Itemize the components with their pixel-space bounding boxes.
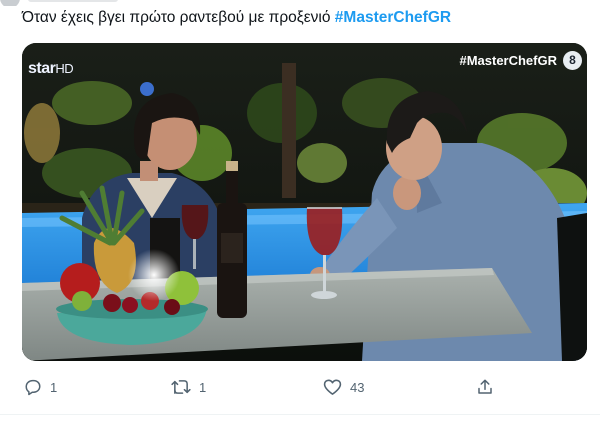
- share-icon: [476, 378, 494, 396]
- avatar[interactable]: [0, 0, 20, 6]
- like-count: 43: [350, 379, 365, 395]
- retweet-button[interactable]: 1: [171, 372, 206, 402]
- author-name[interactable]: [28, 0, 118, 2]
- share-button[interactable]: [476, 372, 494, 402]
- tweet-card: Όταν έχεις βγει πρώτο ραντεβού με προξεν…: [0, 0, 600, 421]
- reply-icon: [24, 378, 42, 396]
- like-button[interactable]: 43: [323, 372, 364, 402]
- hashtag-link[interactable]: #MasterChefGR: [335, 9, 451, 26]
- channel-logo: starHD: [28, 60, 74, 78]
- like-icon: [323, 378, 342, 396]
- reply-count: 1: [50, 379, 58, 395]
- reply-button[interactable]: 1: [24, 372, 57, 402]
- tweet-text: Όταν έχεις βγει πρώτο ραντεβού με προξεν…: [22, 7, 451, 29]
- tweet-body-text: Όταν έχεις βγει πρώτο ραντεβού με προξεν…: [22, 9, 331, 26]
- tv-scene-image: [22, 43, 587, 361]
- rating-badge: 8: [563, 51, 582, 70]
- retweet-count: 1: [199, 379, 207, 395]
- overlay-hashtag: #MasterChefGR: [459, 53, 557, 68]
- tweet-actions-bar: 1 1 43: [0, 372, 600, 402]
- retweet-icon: [171, 378, 191, 396]
- tweet-media[interactable]: starHD #MasterChefGR 8: [22, 43, 587, 361]
- channel-logo-suffix: HD: [55, 61, 74, 76]
- divider: [0, 414, 600, 415]
- cropped-tweet-header: [0, 0, 600, 6]
- channel-logo-text: star: [28, 60, 56, 77]
